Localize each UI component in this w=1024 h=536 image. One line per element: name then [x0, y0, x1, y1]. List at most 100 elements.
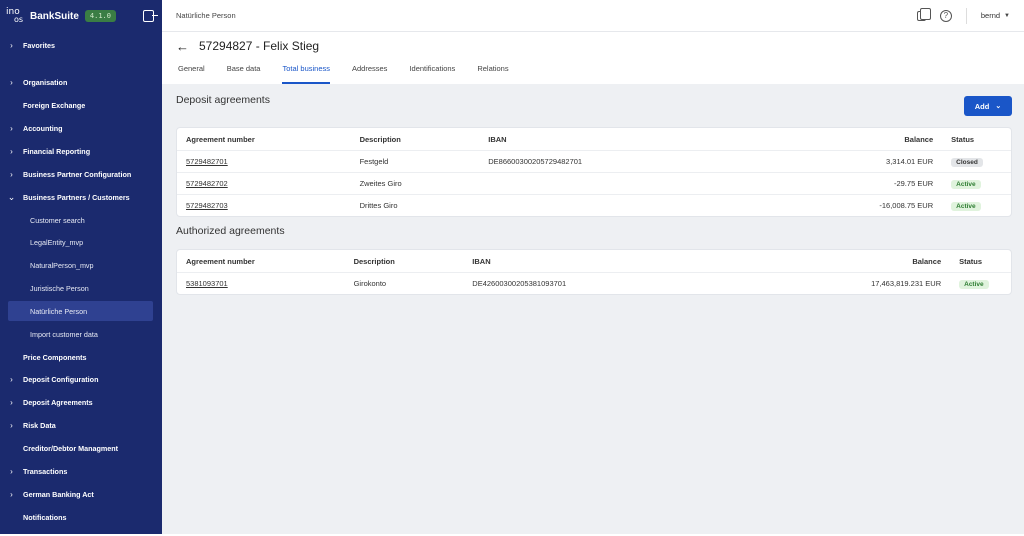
sidebar-item-label: Deposit Agreements — [23, 397, 93, 407]
agreement-number-link[interactable]: 5729482703 — [186, 201, 228, 210]
column-header[interactable]: Agreement number — [177, 257, 354, 266]
balance-cell: -29.75 EUR — [893, 179, 934, 188]
iban-cell: DE42600300205381093701 — [472, 279, 567, 288]
sidebar-item-business-partner-configuration[interactable]: › Business Partner Configuration — [0, 164, 162, 184]
sidebar-item-label: Foreign Exchange — [23, 100, 86, 110]
status-cell: Active — [933, 201, 1011, 211]
column-header[interactable]: Balance — [732, 257, 941, 266]
user-menu[interactable]: bernd ▼ — [981, 11, 1010, 20]
description-cell: Drittes Giro — [359, 201, 398, 210]
sidebar-item-label: Notifications — [23, 512, 67, 522]
sidebar-item-german-banking-act[interactable]: › German Banking Act — [0, 484, 162, 504]
sidebar-item-favorites[interactable]: › Favorites — [0, 35, 162, 55]
tab-base-data[interactable]: Base data — [227, 64, 261, 84]
sidebar-item-organisation[interactable]: › Organisation — [0, 72, 162, 92]
tab-bar: General Base data Total business Addresses I… — [178, 64, 509, 84]
sidebar-item-juristische-person[interactable]: Juristische Person — [0, 278, 162, 298]
table-header: Agreement number Description IBAN Balance St… — [177, 250, 1011, 272]
sidebar-header: ino os BankSuite 4.1.0 — [0, 0, 162, 32]
column-header[interactable]: Balance — [748, 135, 933, 144]
table-row[interactable]: 5729482702 Zweites Giro -29.75 EUR Active — [177, 172, 1011, 194]
column-header[interactable]: Description — [360, 135, 489, 144]
back-arrow-icon[interactable]: ← — [176, 39, 189, 54]
sidebar-item-risk-data[interactable]: › Risk Data — [0, 415, 162, 435]
logout-icon[interactable] — [143, 10, 158, 22]
sidebar-item-transactions[interactable]: › Transactions — [0, 461, 162, 481]
sidebar-item-label: Risk Data — [23, 420, 56, 430]
sidebar-item-label: Creditor/Debtor Managment — [23, 443, 119, 453]
sidebar-item-label: Organisation — [23, 77, 68, 87]
sidebar-item-nat-rliche-person[interactable]: Natürliche Person — [8, 301, 153, 321]
sidebar-item-financial-reporting[interactable]: › Financial Reporting — [0, 141, 162, 161]
status-cell: Closed — [933, 157, 1011, 167]
deposit-table: Agreement number Description IBAN Balance St… — [176, 127, 1012, 217]
breadcrumb[interactable]: Natürliche Person — [176, 11, 236, 20]
status-badge: Closed — [951, 157, 983, 167]
sidebar-item-creditor-debtor-managment[interactable]: Creditor/Debtor Managment — [0, 438, 162, 458]
sidebar-item-deposit-configuration[interactable]: › Deposit Configuration — [0, 369, 162, 389]
table-row[interactable]: 5729482703 Drittes Giro -16,008.75 EUR Acti… — [177, 194, 1011, 216]
app-root: ino os BankSuite 4.1.0 › Favorites › Organi… — [0, 0, 1024, 536]
column-header[interactable]: Description — [354, 257, 473, 266]
tab-total-business[interactable]: Total business — [282, 64, 330, 84]
sidebar-item-deposit-agreements[interactable]: › Deposit Agreements — [0, 392, 162, 412]
chevron-right-icon: › — [10, 420, 13, 430]
copy-icon[interactable] — [916, 7, 931, 21]
sidebar-item-accounting[interactable]: › Accounting — [0, 118, 162, 138]
chevron-down-icon: ▼ — [1004, 12, 1010, 19]
title-row: ← 57294827 - Felix Stieg — [176, 32, 1024, 60]
sidebar-item-customer-search[interactable]: Customer search — [0, 210, 162, 230]
sidebar-item-notifications[interactable]: Notifications — [0, 507, 162, 527]
sidebar-item-label: Accounting — [23, 123, 63, 133]
sidebar-item-legalentity-mvp[interactable]: LegalEntity_mvp — [0, 232, 162, 252]
topbar: Natürliche Person ? bernd ▼ — [162, 0, 1024, 32]
sidebar-item-label: Natürliche Person — [30, 306, 88, 316]
status-badge: Active — [959, 279, 989, 289]
sidebar-item-label: Deposit Configuration — [23, 374, 99, 384]
logo-text-bottom: os — [14, 15, 24, 24]
tab-addresses[interactable]: Addresses — [352, 64, 387, 84]
chevron-right-icon: › — [10, 169, 13, 179]
sidebar-item-label: Import customer data — [30, 329, 98, 339]
chevron-down-icon: ⌄ — [7, 191, 16, 202]
deposit-section-title: Deposit agreements — [176, 94, 270, 106]
column-header[interactable]: IBAN — [472, 257, 731, 266]
column-header[interactable]: Status — [933, 135, 1011, 144]
tab-relations[interactable]: Relations — [477, 64, 508, 84]
status-badge: Active — [951, 179, 981, 189]
sidebar-item-label: Juristische Person — [30, 283, 89, 293]
agreement-number-link[interactable]: 5381093701 — [186, 279, 228, 288]
column-header[interactable]: IBAN — [488, 135, 747, 144]
agreement-number-link[interactable]: 5729482701 — [186, 157, 228, 166]
sidebar-item-label: Transactions — [23, 466, 68, 476]
table-row[interactable]: 5729482701 Festgeld DE86600300205729482701… — [177, 150, 1011, 172]
tab-identifications[interactable]: Identifications — [409, 64, 455, 84]
sidebar-item-label: NaturalPerson_mvp — [30, 260, 94, 270]
sidebar-item-import-customer-data[interactable]: Import customer data — [0, 324, 162, 344]
agreement-number-cell: 5729482702 — [177, 179, 360, 188]
sidebar-item-price-components[interactable]: Price Components — [0, 347, 162, 367]
sidebar-item-business-partners-customers[interactable]: ⌄ Business Partners / Customers — [0, 187, 162, 207]
column-header[interactable]: Status — [941, 257, 1011, 266]
status-badge: Active — [951, 201, 981, 211]
sidebar-item-foreign-exchange[interactable]: Foreign Exchange — [0, 95, 162, 115]
top-actions: ? bernd ▼ — [916, 7, 1010, 24]
add-button-label: Add — [974, 101, 990, 111]
balance-cell: -16,008.75 EUR — [879, 201, 934, 210]
add-button[interactable]: Add ⌄ — [964, 96, 1012, 116]
balance-cell: 17,463,819.231 EUR — [871, 279, 942, 288]
tab-general[interactable]: General — [178, 64, 205, 84]
iban-cell: DE86600300205729482701 — [488, 157, 583, 166]
user-name: bernd — [980, 11, 1001, 20]
help-icon[interactable]: ? — [939, 9, 952, 22]
chevron-right-icon: › — [10, 397, 13, 407]
sidebar-item-naturalperson-mvp[interactable]: NaturalPerson_mvp — [0, 255, 162, 275]
sidebar: ino os BankSuite 4.1.0 › Favorites › Organi… — [0, 0, 162, 534]
agreement-number-link[interactable]: 5729482702 — [186, 179, 228, 188]
description-cell: Zweites Giro — [359, 179, 402, 188]
table-row[interactable]: 5381093701 Girokonto DE4260030020538109370… — [177, 272, 1011, 294]
column-header[interactable]: Agreement number — [177, 135, 360, 144]
status-cell: Active — [933, 179, 1011, 189]
sidebar-item-label: German Banking Act — [23, 489, 94, 499]
chevron-down-icon: ⌄ — [995, 103, 1002, 110]
